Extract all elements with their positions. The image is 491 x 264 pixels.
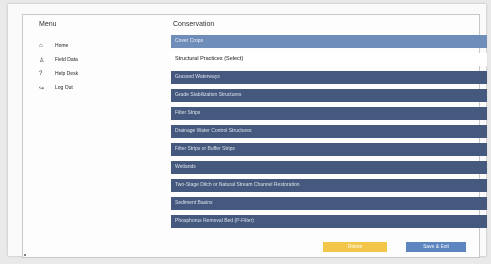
sidebar-item-field-data[interactable]: ♙ Field Data <box>39 53 78 67</box>
sidebar-item-label: Help Desk <box>55 71 79 77</box>
practice-item-grade-stabilization[interactable]: Grade Stabilization Structures <box>171 89 487 102</box>
practice-item-phosphorus-removal-bed[interactable]: Phosphorus Removal Bed (P-Filter) <box>171 215 487 228</box>
app-window: Menu ⌂ Home ♙ Field Data ? Help Desk ↪ L… <box>22 14 487 258</box>
delete-button[interactable]: Delete <box>323 242 387 252</box>
sidebar-item-log-out[interactable]: ↪ Log Out <box>39 81 78 95</box>
screenshot-sheet: Menu ⌂ Home ♙ Field Data ? Help Desk ↪ L… <box>8 4 487 258</box>
sidebar-item-label: Field Data <box>55 57 78 63</box>
practice-item-sediment-basins[interactable]: Sediment Basins <box>171 197 487 210</box>
sidebar-item-help-desk[interactable]: ? Help Desk <box>39 67 78 81</box>
practice-item-grassed-waterways[interactable]: Grassed Waterways <box>171 71 487 84</box>
practice-item-buffer-strips[interactable]: Filter Strips or Buffer Strips <box>171 143 487 156</box>
person-icon: ♙ <box>39 57 45 64</box>
section-heading-structural-practices: Structural Practices (Select) <box>171 53 487 66</box>
page-dot <box>24 254 26 256</box>
page-title: Conservation <box>173 21 215 28</box>
practice-item-two-stage-ditch[interactable]: Two-Stage Ditch or Natural Stream Channe… <box>171 179 487 192</box>
home-icon: ⌂ <box>39 43 43 49</box>
sidebar-item-label: Log Out <box>55 85 73 91</box>
sidebar-item-label: Home <box>55 43 69 49</box>
menu-title: Menu <box>39 21 57 28</box>
practice-item-drainage-water-control[interactable]: Drainage Water Control Structures <box>171 125 487 138</box>
practice-list: Cover Crops Structural Practices (Select… <box>171 35 487 233</box>
practice-item-filter-strips[interactable]: Filter Strips <box>171 107 487 120</box>
question-icon: ? <box>39 71 43 77</box>
practice-item-wetlands[interactable]: Wetlands <box>171 161 487 174</box>
save-exit-button[interactable]: Save & Exit <box>406 242 466 252</box>
logout-icon: ↪ <box>39 85 45 92</box>
practice-item-cover-crops[interactable]: Cover Crops <box>171 35 487 48</box>
sidebar-menu: ⌂ Home ♙ Field Data ? Help Desk ↪ Log Ou… <box>39 39 78 95</box>
sidebar-item-home[interactable]: ⌂ Home <box>39 39 78 53</box>
